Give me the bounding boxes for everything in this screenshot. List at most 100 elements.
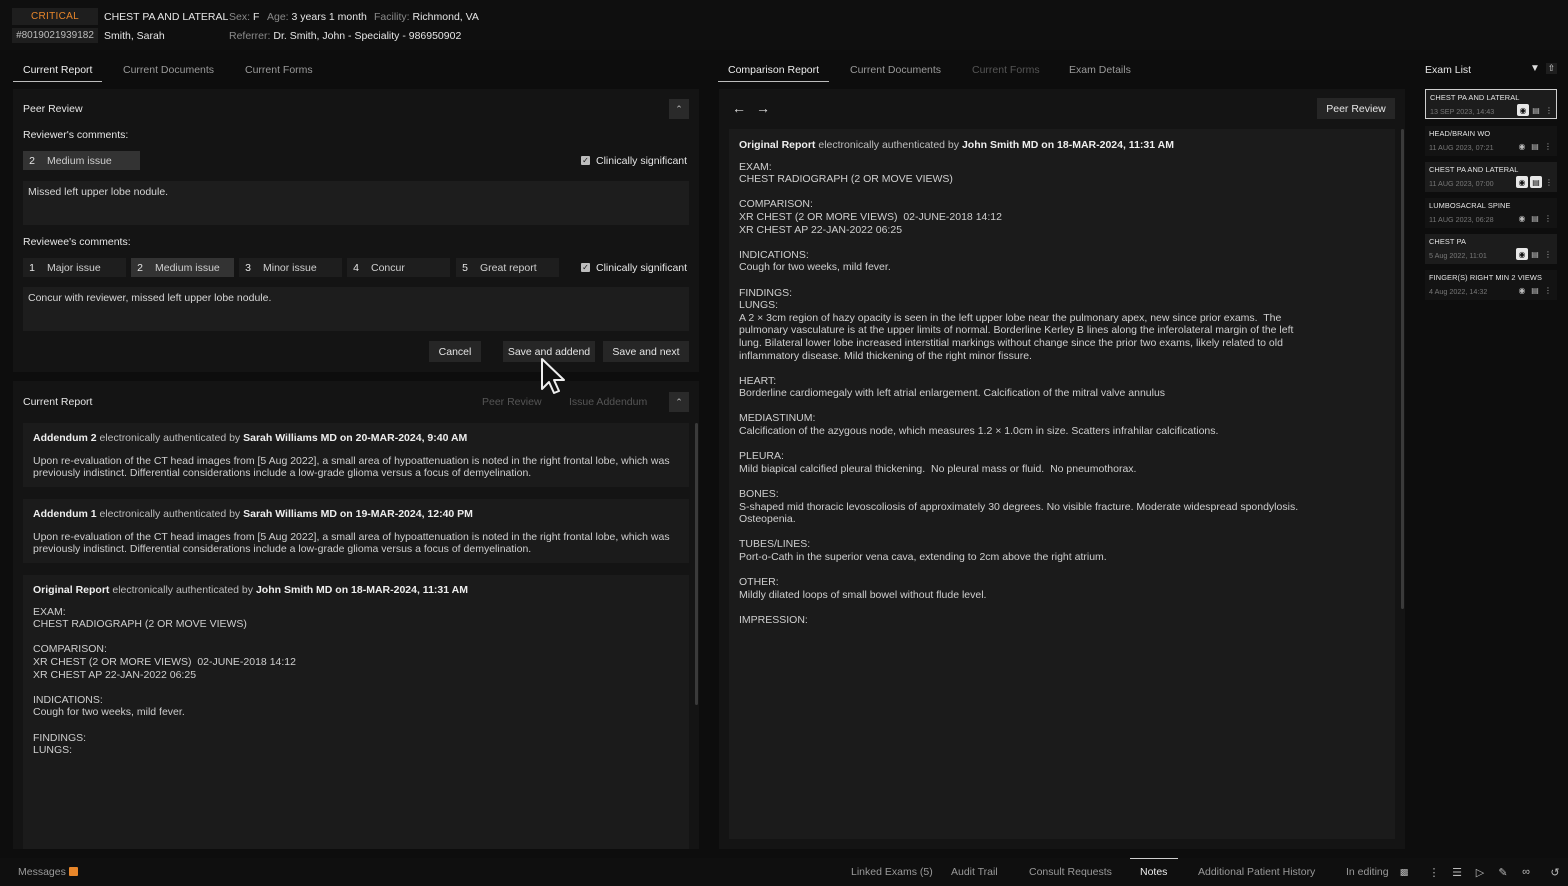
current-report-scrollbar[interactable] [695, 423, 698, 705]
eye-icon[interactable]: ◉ [1516, 248, 1528, 260]
export-icon[interactable]: ⇧ [1546, 63, 1557, 74]
option-text: Medium issue [155, 261, 220, 274]
option-num: 5 [462, 261, 468, 274]
cancel-button[interactable]: Cancel [429, 341, 481, 362]
tab-comparison-forms[interactable]: Current Forms [972, 64, 1040, 76]
reviewer-clinically-significant-checkbox[interactable]: ✓ [581, 156, 590, 165]
exam-item[interactable]: LUMBOSACRAL SPINE 11 AUG 2023, 06:28 ◉ ▤… [1425, 198, 1557, 228]
option-concur[interactable]: 4 Concur [347, 258, 450, 277]
addendum-1-card: Addendum 1 electronically authenticated … [23, 499, 689, 563]
document-icon[interactable]: ▤ [1529, 284, 1541, 296]
exam-item-date: 5 Aug 2022, 11:01 [1429, 251, 1487, 260]
reviewee-comment-field[interactable]: Concur with reviewer, missed left upper … [23, 287, 689, 331]
option-minor-issue[interactable]: 3 Minor issue [239, 258, 342, 277]
exam-item[interactable]: FINGER(S) RIGHT MIN 2 VIEWS 4 Aug 2022, … [1425, 270, 1557, 300]
exam-item[interactable]: CHEST PA AND LATERAL 11 AUG 2023, 07:00 … [1425, 162, 1557, 192]
document-icon[interactable]: ▤ [1529, 140, 1541, 152]
reviewer-comment-field[interactable]: Missed left upper lobe nodule. [23, 181, 689, 225]
audit-trail-tab[interactable]: Audit Trail [951, 866, 998, 878]
sex-field: Sex: F [229, 11, 259, 23]
more-vertical-icon[interactable]: ⋮ [1542, 212, 1554, 224]
option-num: 3 [245, 261, 251, 274]
refresh-icon[interactable]: ↺ [1548, 865, 1562, 879]
patient-history-tab[interactable]: Additional Patient History [1198, 866, 1315, 878]
peer-review-action[interactable]: Peer Review [482, 396, 542, 408]
eye-icon[interactable]: ◉ [1516, 212, 1528, 224]
tab-comparison-report[interactable]: Comparison Report [717, 64, 830, 82]
exam-item[interactable]: HEAD/BRAIN WO 11 AUG 2023, 07:21 ◉ ▤ ⋮ [1425, 126, 1557, 156]
addendum-2-card: Addendum 2 electronically authenticated … [23, 423, 689, 487]
reviewer-score-text: Medium issue [47, 154, 112, 167]
forward-arrow-icon[interactable]: → [756, 100, 770, 116]
eye-icon[interactable]: ◉ [1516, 140, 1528, 152]
comparison-scrollbar[interactable] [1401, 129, 1404, 609]
option-major-issue[interactable]: 1 Major issue [23, 258, 126, 277]
current-report-title: Current Report [23, 396, 93, 408]
tab-current-forms[interactable]: Current Forms [245, 64, 313, 76]
tab-comparison-documents[interactable]: Current Documents [850, 64, 941, 76]
exam-item-title: CHEST PA [1429, 237, 1467, 246]
skip-forward-icon[interactable]: ▷ [1473, 865, 1487, 879]
original-report-title: Original Report [33, 584, 110, 596]
addendum-1-title: Addendum 1 [33, 508, 97, 520]
link-icon[interactable]: ∞ [1519, 865, 1533, 879]
tab-exam-details[interactable]: Exam Details [1069, 64, 1131, 76]
addendum-1-header: Addendum 1 electronically authenticated … [33, 508, 679, 521]
original-report-body: EXAM: CHEST RADIOGRAPH (2 OR MOVE VIEWS)… [33, 605, 296, 757]
eye-icon[interactable]: ◉ [1516, 284, 1528, 296]
filter-icon[interactable]: ▼ [1530, 63, 1541, 74]
patient-name: Smith, Sarah [104, 30, 165, 42]
tab-current-report[interactable]: Current Report [12, 64, 103, 82]
addendum-1-body: Upon re-evaluation of the CT head images… [33, 530, 670, 556]
reviewer-score: 2 Medium issue [23, 151, 140, 170]
patient-header: CRITICAL #8019021939182 CHEST PA AND LAT… [0, 0, 1568, 50]
facility-value: Richmond, VA [412, 11, 479, 23]
notes-tab[interactable]: Notes [1140, 866, 1167, 878]
addendum-2-header: Addendum 2 electronically authenticated … [33, 432, 679, 445]
document-icon[interactable]: ▤ [1529, 248, 1541, 260]
linked-exams-tab[interactable]: Linked Exams (5) [851, 866, 933, 878]
comparison-panel: ← → Peer Review Original Report electron… [719, 89, 1405, 849]
more-vertical-icon[interactable]: ⋮ [1427, 865, 1441, 879]
referrer-field: Referrer: Dr. Smith, John - Speciality -… [229, 30, 461, 42]
exam-item[interactable]: CHEST PA AND LATERAL 13 SEP 2023, 14:43 … [1425, 89, 1557, 119]
exam-item-title: FINGER(S) RIGHT MIN 2 VIEWS [1429, 273, 1543, 282]
footer-bar: Messages Linked Exams (5) Audit Trail Co… [0, 858, 1568, 886]
more-vertical-icon[interactable]: ⋮ [1542, 140, 1554, 152]
document-icon[interactable]: ▤ [1529, 212, 1541, 224]
comparison-report-title: Original Report [739, 139, 816, 151]
exam-item-date: 11 AUG 2023, 07:00 [1429, 179, 1494, 188]
reviewee-clinically-significant-label: Clinically significant [596, 262, 688, 274]
document-icon[interactable]: ▤ [1530, 104, 1542, 116]
consult-requests-tab[interactable]: Consult Requests [1029, 866, 1112, 878]
more-vertical-icon[interactable]: ⋮ [1543, 104, 1555, 116]
facility-field: Facility: Richmond, VA [374, 11, 479, 23]
exam-item[interactable]: CHEST PA 5 Aug 2022, 11:01 ◉ ▤ ⋮ [1425, 234, 1557, 264]
reviewee-clinically-significant-checkbox[interactable]: ✓ [581, 263, 590, 272]
option-medium-issue[interactable]: 2 Medium issue [131, 258, 234, 277]
collapse-peer-review-button[interactable]: ⌃ [669, 99, 689, 119]
save-and-next-button[interactable]: Save and next [603, 341, 689, 362]
tab-current-documents[interactable]: Current Documents [123, 64, 214, 76]
messages-tab[interactable]: Messages [18, 866, 66, 878]
exam-item-date: 4 Aug 2022, 14:32 [1429, 287, 1488, 296]
more-vertical-icon[interactable]: ⋮ [1542, 248, 1554, 260]
list-icon[interactable]: ☰ [1450, 865, 1464, 879]
reviewer-comments-label: Reviewer's comments: [23, 129, 129, 141]
option-text: Minor issue [263, 261, 317, 274]
document-icon[interactable]: ▤ [1530, 176, 1542, 188]
exam-title: CHEST PA AND LATERAL [104, 11, 229, 23]
eye-icon[interactable]: ◉ [1517, 104, 1529, 116]
back-arrow-icon[interactable]: ← [732, 100, 746, 116]
collapse-current-report-button[interactable]: ⌃ [669, 392, 689, 412]
edit-icon[interactable]: ✎ [1496, 865, 1510, 879]
option-great-report[interactable]: 5 Great report [456, 258, 559, 277]
mouse-cursor-icon [541, 358, 565, 394]
comparison-peer-review-button[interactable]: Peer Review [1317, 98, 1395, 119]
more-vertical-icon[interactable]: ⋮ [1543, 176, 1555, 188]
eye-icon[interactable]: ◉ [1516, 176, 1528, 188]
more-vertical-icon[interactable]: ⋮ [1542, 284, 1554, 296]
addendum-2-title: Addendum 2 [33, 432, 97, 444]
issue-addendum-action[interactable]: Issue Addendum [569, 396, 647, 408]
auth-text: electronically authenticated by [96, 508, 244, 520]
